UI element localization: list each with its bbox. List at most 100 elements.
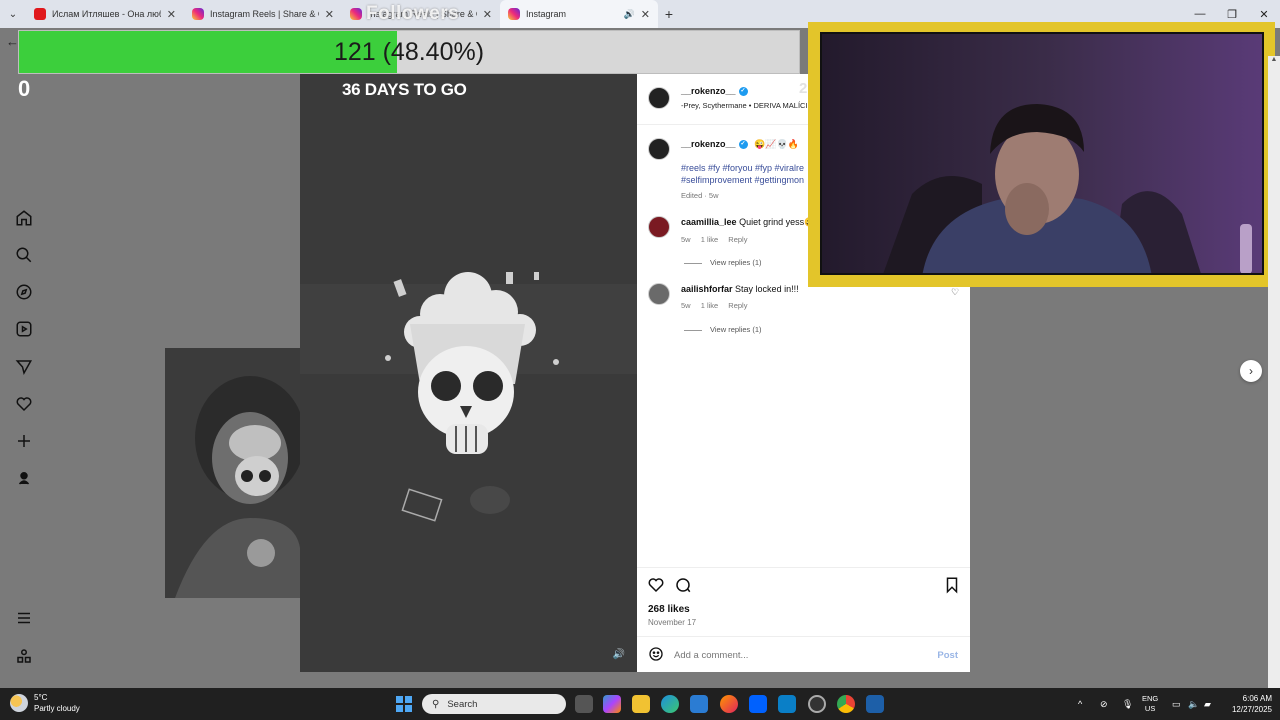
previous-reel-thumbnail[interactable] (165, 348, 300, 598)
display-icon[interactable]: ▭ (1172, 688, 1181, 720)
system-clock[interactable]: 6:06 AM 12/27/2025 (1222, 693, 1272, 715)
new-tab-button[interactable]: + (658, 6, 680, 22)
edge-icon[interactable] (661, 695, 679, 713)
scroll-up-icon[interactable]: ▲ (1268, 56, 1280, 63)
view-replies-button[interactable]: View replies (1) (684, 325, 762, 334)
taskbar: 5°C Partly cloudy ⚲ Search ^ ⊘ 🎙 ENG US … (0, 688, 1280, 720)
volume-icon[interactable]: 🔈 (1188, 688, 1199, 720)
comment-input[interactable]: Add a comment... (674, 650, 748, 661)
dropbox-icon[interactable] (749, 695, 767, 713)
caption-author[interactable]: __rokenzo__ ✓ 😜📈💀🔥 (681, 139, 799, 150)
divider (637, 636, 970, 637)
create-icon[interactable] (14, 431, 34, 451)
close-tab-icon[interactable]: ✕ (167, 8, 176, 21)
search-icon[interactable] (14, 245, 34, 265)
bookmark-icon[interactable] (943, 576, 961, 594)
author-username[interactable]: __rokenzo__ (681, 139, 736, 149)
instagram-icon (508, 8, 520, 20)
app-icon[interactable] (778, 695, 796, 713)
verified-icon: ✓ (738, 140, 748, 150)
emoji-icon[interactable] (648, 646, 664, 667)
audio-attribution[interactable]: -Prey, Scythermane • DERIVA MALÍCI (681, 101, 808, 110)
menu-icon[interactable] (14, 608, 34, 628)
browser-tab[interactable]: Ислам Итляшев - Она любила ✕ (26, 0, 184, 28)
reel-video[interactable]: 36 DAYS TO GO 🔊 (300, 74, 637, 672)
youtube-icon (34, 8, 46, 20)
windows-start-icon[interactable] (396, 696, 412, 712)
webcam-feed (820, 32, 1264, 275)
post-date: November 17 (648, 618, 697, 627)
like-count[interactable]: 268 likes (648, 604, 690, 615)
comment-like-count[interactable]: 1 like (701, 301, 719, 310)
next-reel-button[interactable]: › (1240, 360, 1262, 382)
heart-icon[interactable] (14, 394, 34, 414)
app-icon[interactable] (866, 695, 884, 713)
comment-age: 5w (681, 301, 691, 310)
close-tab-icon[interactable]: ✕ (641, 8, 650, 21)
close-tab-icon[interactable]: ✕ (325, 8, 334, 21)
tray-chevron-icon[interactable]: ^ (1078, 688, 1082, 720)
taskbar-search[interactable]: ⚲ Search (422, 694, 566, 714)
language-indicator[interactable]: ENG US (1142, 694, 1158, 714)
firefox-icon[interactable] (720, 695, 738, 713)
tab-search-button[interactable]: ⌄ (0, 0, 26, 28)
avatar[interactable] (648, 283, 670, 305)
comment-like-icon[interactable]: ♡ (951, 287, 959, 298)
post-comment-button[interactable]: Post (937, 650, 958, 661)
follower-progress-bar: 121 (48.40%) (18, 30, 800, 74)
obs-icon[interactable] (808, 695, 826, 713)
comment-username[interactable]: caamillia_lee (681, 217, 737, 227)
browser-tab[interactable]: Instagram Reels | Share & Crea ✕ (184, 0, 342, 28)
browser-tab-active[interactable]: Instagram 🔊 ✕ (500, 0, 658, 28)
comment: caamillia_lee Quiet grind yess😄 (681, 217, 815, 228)
explore-icon[interactable] (14, 282, 34, 302)
speaker-icon[interactable]: 🔊 (624, 9, 635, 20)
volume-icon[interactable]: 🔊 (613, 649, 625, 660)
comment-body: Stay locked in!!! (735, 284, 799, 294)
partly-cloudy-icon (10, 694, 28, 712)
comment-meta: 5w 1 like Reply (681, 301, 755, 310)
weather-widget[interactable]: 5°C Partly cloudy (10, 692, 80, 714)
progress-label: 121 (48.40%) (333, 37, 485, 66)
divider (637, 567, 970, 568)
reels-icon[interactable] (14, 319, 34, 339)
instagram-icon (350, 8, 362, 20)
region-code: US (1144, 704, 1156, 713)
microphone-icon[interactable]: 🎙 (1122, 688, 1133, 720)
profile-icon[interactable] (14, 468, 34, 488)
comment-like-count[interactable]: 1 like (701, 235, 719, 244)
author-username[interactable]: __rokenzo__ (681, 86, 736, 96)
messages-icon[interactable] (14, 357, 34, 377)
caption-hashtags[interactable]: #reels #fy #foryou #fyp #viralre #selfim… (681, 162, 821, 186)
store-icon[interactable] (690, 695, 708, 713)
view-replies-button[interactable]: View replies (1) (684, 258, 762, 267)
file-explorer-icon[interactable] (632, 695, 650, 713)
chrome-icon[interactable] (837, 695, 855, 713)
home-icon[interactable] (14, 208, 34, 228)
caption-edited: Edited · 5w (681, 191, 719, 200)
comment-username[interactable]: aailishforfar (681, 284, 733, 294)
reply-button[interactable]: Reply (728, 235, 747, 244)
comment-meta: 5w 1 like Reply (681, 235, 755, 244)
scrollbar[interactable]: ▲ (1268, 56, 1280, 688)
like-heart-icon[interactable] (647, 576, 665, 594)
clock-date: 12/27/2025 (1231, 705, 1272, 714)
copilot-icon[interactable] (603, 695, 621, 713)
battery-icon[interactable]: ▰ (1204, 688, 1211, 720)
avatar[interactable] (648, 87, 670, 109)
post-author-header[interactable]: __rokenzo__ ✓ (681, 86, 748, 97)
comment-bubble-icon[interactable] (674, 576, 692, 594)
more-icon[interactable] (14, 646, 34, 666)
avatar[interactable] (648, 138, 670, 160)
taskbar-search-label: Search (447, 698, 478, 710)
caption-emojis: 😜📈💀🔥 (754, 139, 799, 149)
close-tab-icon[interactable]: ✕ (483, 8, 492, 21)
task-view-icon[interactable] (575, 695, 593, 713)
clock-time: 6:06 AM (1242, 694, 1272, 703)
reply-button[interactable]: Reply (728, 301, 747, 310)
overlay-zero-counter: 0 (18, 76, 31, 101)
weather-desc: Partly cloudy (34, 704, 80, 713)
comment-age: 5w (681, 235, 691, 244)
avatar[interactable] (648, 216, 670, 238)
network-off-icon[interactable]: ⊘ (1100, 688, 1108, 720)
